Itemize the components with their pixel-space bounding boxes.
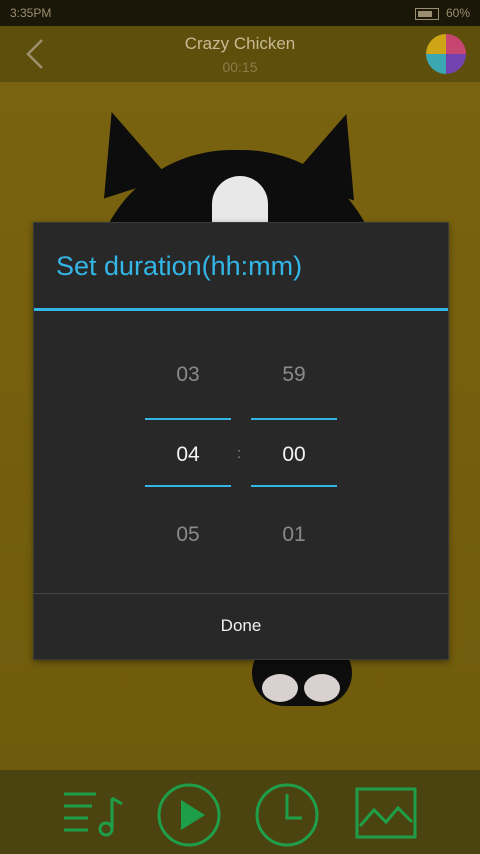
play-icon <box>157 783 221 847</box>
minutes-next[interactable]: 01 <box>251 523 337 547</box>
hours-top-line <box>145 418 231 420</box>
time-separator: : <box>237 445 242 462</box>
dialog-title-divider <box>34 308 448 311</box>
playlist-button[interactable] <box>60 786 124 845</box>
hours-bottom-line <box>145 485 231 487</box>
minutes-current[interactable]: 00 <box>251 443 337 467</box>
hours-prev[interactable]: 03 <box>145 363 231 387</box>
hours-current[interactable]: 04 <box>145 443 231 467</box>
dialog-title: Set duration(hh:mm) <box>56 251 303 281</box>
bottom-toolbar <box>0 770 480 854</box>
image-icon <box>355 787 417 839</box>
image-button[interactable] <box>354 786 418 845</box>
done-button[interactable]: Done <box>34 594 448 658</box>
hours-next[interactable]: 05 <box>145 523 231 547</box>
timer-button[interactable] <box>254 782 320 853</box>
play-button[interactable] <box>156 782 222 853</box>
playlist-icon <box>64 792 123 837</box>
minutes-prev[interactable]: 59 <box>251 363 337 387</box>
timer-icon <box>255 783 319 847</box>
minutes-bottom-line <box>251 485 337 487</box>
duration-dialog: Set duration(hh:mm) 03 04 05 : 59 00 01 … <box>33 222 449 660</box>
minutes-top-line <box>251 418 337 420</box>
